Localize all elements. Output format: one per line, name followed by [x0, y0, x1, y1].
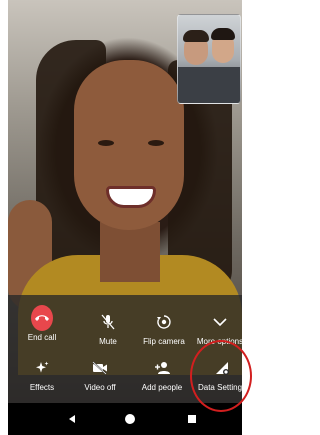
- end-call-icon: [31, 305, 53, 331]
- video-scene: [148, 140, 164, 146]
- flip-camera-button[interactable]: Flip camera: [134, 311, 194, 346]
- video-scene: [100, 222, 160, 282]
- back-icon[interactable]: [64, 411, 80, 427]
- effects-label: Effects: [29, 383, 55, 392]
- mute-button[interactable]: Mute: [78, 311, 138, 346]
- self-view-pip[interactable]: [177, 14, 241, 104]
- flip-camera-icon: [153, 311, 175, 333]
- add-people-label: Add people: [141, 383, 183, 392]
- video-off-button[interactable]: Video off: [70, 357, 130, 392]
- video-scene: [98, 140, 114, 146]
- chevron-down-icon: [209, 311, 231, 333]
- add-person-icon: [151, 357, 173, 379]
- effects-button[interactable]: Effects: [12, 357, 72, 392]
- video-off-label: Video off: [84, 383, 116, 392]
- add-people-button[interactable]: Add people: [132, 357, 192, 392]
- end-call-label: End call: [27, 333, 57, 342]
- recents-icon[interactable]: [184, 411, 200, 427]
- video-scene: [106, 186, 156, 208]
- mic-off-icon: [97, 311, 119, 333]
- highlight-circle: [190, 340, 252, 412]
- video-off-icon: [89, 357, 111, 379]
- end-call-button[interactable]: End call: [12, 305, 72, 342]
- sparkle-icon: [31, 357, 53, 379]
- flip-camera-label: Flip camera: [143, 337, 185, 346]
- mute-label: Mute: [99, 337, 117, 346]
- home-icon[interactable]: [122, 411, 138, 427]
